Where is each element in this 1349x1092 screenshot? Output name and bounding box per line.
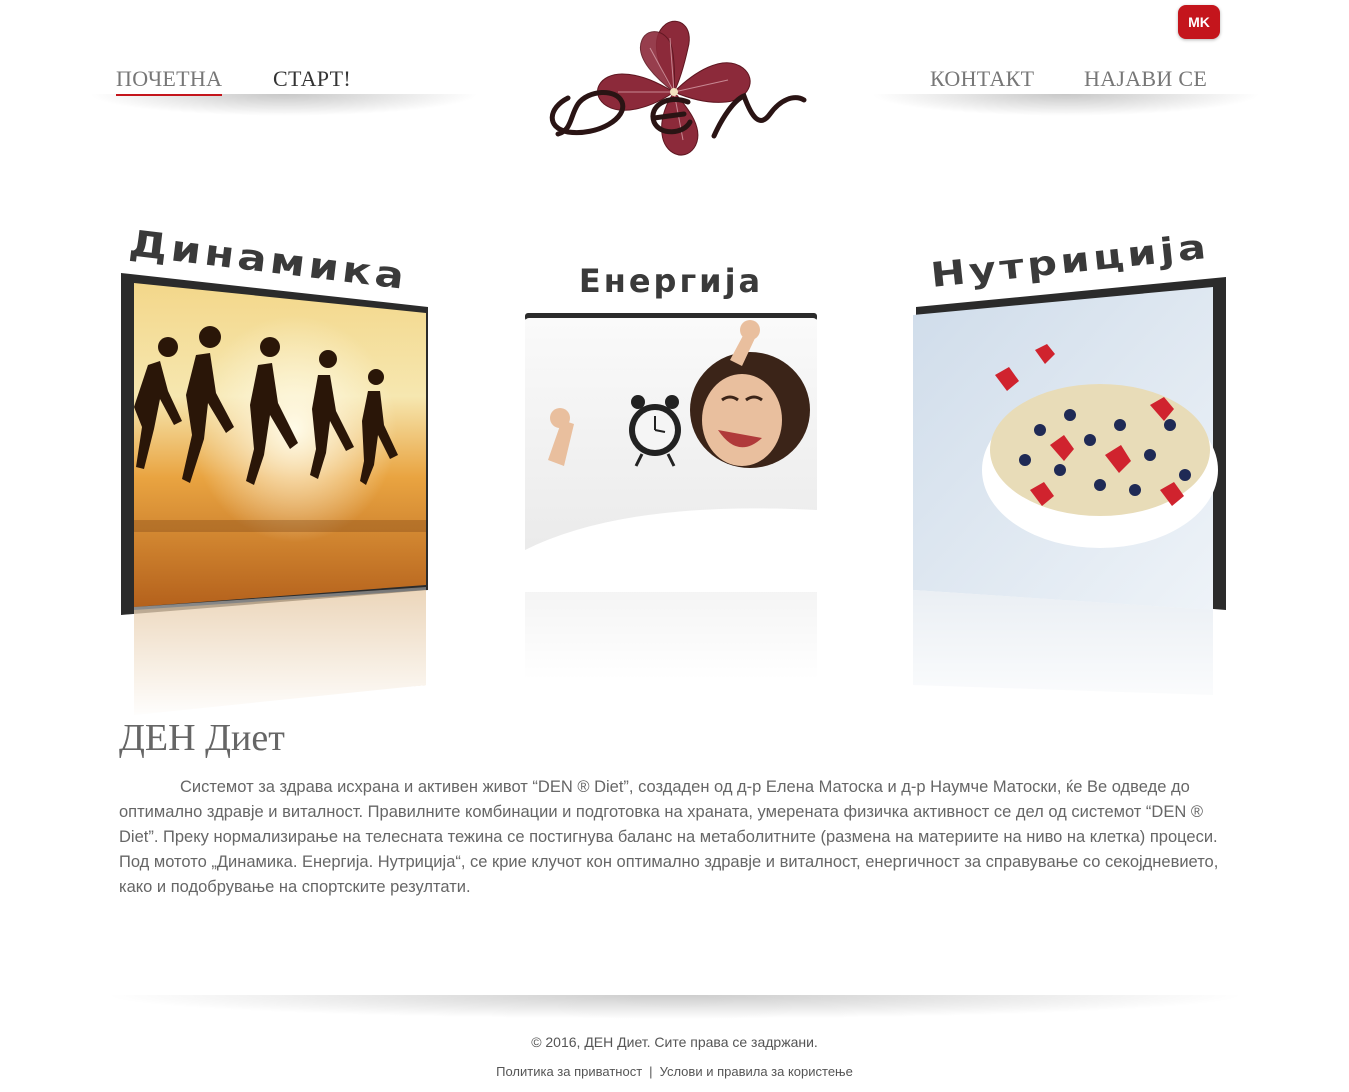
- nav-right: КОНТАКТ НАЈАВИ СЕ: [870, 64, 1262, 116]
- feature-dynamics[interactable]: Динамика: [118, 215, 433, 720]
- footer-links: Политика за приватност | Услови и правила …: [0, 1064, 1349, 1079]
- nav-right-shadow: [870, 94, 1262, 116]
- logo-image: [549, 20, 807, 156]
- nav-left-shadow: [88, 94, 480, 116]
- language-switch-button[interactable]: MK: [1178, 5, 1220, 39]
- feature-headline-energy: Енергија: [579, 262, 763, 300]
- footer-divider: [100, 995, 1250, 1019]
- nav-item-contact[interactable]: КОНТАКТ: [930, 66, 1034, 92]
- article-body: Системот за здрава исхрана и активен жив…: [119, 778, 1219, 896]
- nav-item-start[interactable]: СТАРТ!: [273, 66, 351, 92]
- nav-left: ПОЧЕТНА СТАРТ!: [88, 64, 480, 116]
- terms-link[interactable]: Услови и правила за користење: [660, 1064, 853, 1079]
- copyright-text: © 2016, ДЕН Диет. Сите права се задржани…: [531, 1034, 818, 1050]
- footer-link-separator: |: [649, 1064, 653, 1079]
- den-logo[interactable]: [538, 18, 810, 166]
- nav-item-home[interactable]: ПОЧЕТНА: [116, 66, 223, 96]
- feature-energy[interactable]: Енергија: [520, 260, 822, 680]
- feature-nutrition[interactable]: Нутриција: [910, 225, 1230, 725]
- nav-item-login[interactable]: НАЈАВИ СЕ: [1084, 66, 1207, 92]
- privacy-policy-link[interactable]: Политика за приватност: [496, 1064, 642, 1079]
- article-title: ДЕН Диет: [119, 717, 285, 759]
